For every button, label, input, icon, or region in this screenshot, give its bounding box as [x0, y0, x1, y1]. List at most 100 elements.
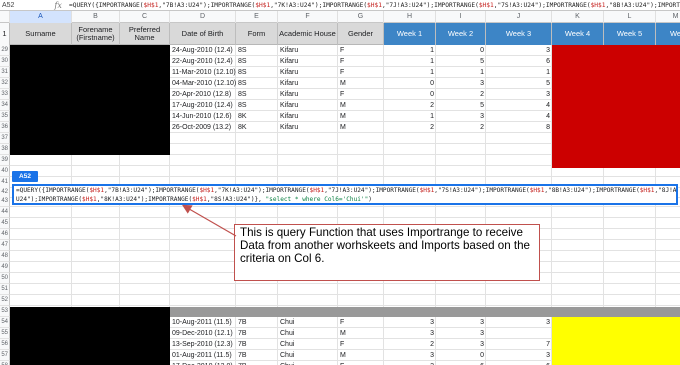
field-header-surname[interactable]: Surname: [10, 23, 72, 45]
row-number[interactable]: 44: [0, 207, 10, 218]
table-cell[interactable]: F: [338, 56, 384, 67]
column-header-i[interactable]: I: [436, 11, 486, 23]
table-cell[interactable]: Chui: [278, 350, 338, 361]
table-cell[interactable]: Kifaru: [278, 67, 338, 78]
row-number[interactable]: 32: [0, 78, 10, 89]
table-cell[interactable]: 8S: [236, 100, 278, 111]
table-cell[interactable]: 3: [384, 317, 436, 328]
table-cell[interactable]: 7B: [236, 361, 278, 365]
row-number[interactable]: 31: [0, 67, 10, 78]
row-number[interactable]: 40: [0, 166, 10, 177]
row-number[interactable]: 37: [0, 133, 10, 144]
row-number[interactable]: 39: [0, 155, 10, 166]
table-cell[interactable]: Kifaru: [278, 111, 338, 122]
row-number[interactable]: 34: [0, 100, 10, 111]
table-cell[interactable]: 14-Jun-2010 (12.6): [170, 111, 236, 122]
field-header-week-4[interactable]: Week 4: [552, 23, 604, 45]
table-cell[interactable]: 13-Sep-2010 (12.3): [170, 339, 236, 350]
table-cell[interactable]: 8S: [236, 67, 278, 78]
table-cell[interactable]: 8S: [236, 78, 278, 89]
row-number[interactable]: 38: [0, 144, 10, 155]
name-box[interactable]: A52: [0, 2, 47, 9]
table-cell[interactable]: 04-Mar-2010 (12.10): [170, 78, 236, 89]
column-header-j[interactable]: J: [486, 11, 552, 23]
table-cell[interactable]: 3: [436, 111, 486, 122]
field-header-preferred-name[interactable]: Preferred Name: [120, 23, 170, 45]
table-cell[interactable]: 3: [486, 45, 552, 56]
table-cell[interactable]: 2: [436, 122, 486, 133]
table-cell[interactable]: 0: [384, 89, 436, 100]
table-cell[interactable]: M: [338, 328, 384, 339]
table-cell[interactable]: 10-Aug-2011 (11.5): [170, 317, 236, 328]
row-number[interactable]: 47: [0, 240, 10, 251]
table-cell[interactable]: 8K: [236, 122, 278, 133]
table-cell[interactable]: 2: [436, 89, 486, 100]
column-header-a[interactable]: A: [10, 11, 72, 23]
table-cell[interactable]: F: [338, 45, 384, 56]
table-cell[interactable]: Kifaru: [278, 122, 338, 133]
table-cell[interactable]: 2: [384, 122, 436, 133]
table-cell[interactable]: Chui: [278, 339, 338, 350]
table-cell[interactable]: M: [338, 111, 384, 122]
formula-input[interactable]: =QUERY({IMPORTRANGE($H$1,"7B!A3:U24");IM…: [69, 2, 680, 9]
table-cell[interactable]: 6: [486, 361, 552, 365]
select-all-corner[interactable]: [0, 11, 10, 23]
table-cell[interactable]: 8K: [236, 111, 278, 122]
row-number[interactable]: 35: [0, 111, 10, 122]
column-header-b[interactable]: B: [72, 11, 120, 23]
row-number[interactable]: 52: [0, 295, 10, 306]
table-cell[interactable]: 5: [486, 78, 552, 89]
table-cell[interactable]: 7: [486, 339, 552, 350]
table-cell[interactable]: 7B: [236, 328, 278, 339]
table-cell[interactable]: 17-Dec-2010 (12.0): [170, 361, 236, 365]
row-number[interactable]: 50: [0, 273, 10, 284]
column-header-f[interactable]: F: [278, 11, 338, 23]
table-cell[interactable]: 8S: [236, 89, 278, 100]
row-number[interactable]: 46: [0, 229, 10, 240]
table-cell[interactable]: 3: [436, 339, 486, 350]
table-cell[interactable]: 8S: [236, 56, 278, 67]
table-cell[interactable]: 8: [486, 122, 552, 133]
table-cell[interactable]: 01-Aug-2011 (11.5): [170, 350, 236, 361]
table-cell[interactable]: 5: [436, 100, 486, 111]
table-cell[interactable]: Chui: [278, 317, 338, 328]
table-cell[interactable]: 17-Aug-2010 (12.4): [170, 100, 236, 111]
field-header-week-1[interactable]: Week 1: [384, 23, 436, 45]
table-cell[interactable]: 09-Dec-2010 (12.1): [170, 328, 236, 339]
column-header-g[interactable]: G: [338, 11, 384, 23]
table-cell[interactable]: F: [338, 317, 384, 328]
row-number[interactable]: 58: [0, 361, 10, 365]
column-header-c[interactable]: C: [120, 11, 170, 23]
field-header-week-2[interactable]: Week 2: [436, 23, 486, 45]
table-cell[interactable]: 22-Aug-2010 (12.4): [170, 56, 236, 67]
table-cell[interactable]: 0: [384, 78, 436, 89]
field-header-we[interactable]: We: [656, 23, 680, 45]
row-number[interactable]: 30: [0, 56, 10, 67]
table-cell[interactable]: 0: [436, 45, 486, 56]
table-cell[interactable]: M: [338, 100, 384, 111]
table-cell[interactable]: Chui: [278, 361, 338, 365]
table-cell[interactable]: Kifaru: [278, 78, 338, 89]
column-header-m[interactable]: M: [656, 11, 680, 23]
row-number[interactable]: 29: [0, 45, 10, 56]
table-cell[interactable]: 1: [384, 56, 436, 67]
row-number[interactable]: 43: [0, 196, 10, 207]
field-header-date-of-birth[interactable]: Date of Birth: [170, 23, 236, 45]
column-header-k[interactable]: K: [552, 11, 604, 23]
field-header-forename-firstname[interactable]: Forename (Firstname): [72, 23, 120, 45]
table-cell[interactable]: 7B: [236, 350, 278, 361]
field-header-gender[interactable]: Gender: [338, 23, 384, 45]
table-cell[interactable]: 3: [486, 350, 552, 361]
table-cell[interactable]: 5: [436, 56, 486, 67]
table-cell[interactable]: 11-Mar-2010 (12.10): [170, 67, 236, 78]
table-cell[interactable]: 1: [384, 111, 436, 122]
table-cell[interactable]: 7B: [236, 339, 278, 350]
column-header-e[interactable]: E: [236, 11, 278, 23]
column-header-h[interactable]: H: [384, 11, 436, 23]
table-cell[interactable]: 7B: [236, 317, 278, 328]
table-cell[interactable]: Chui: [278, 328, 338, 339]
table-cell[interactable]: M: [338, 78, 384, 89]
table-cell[interactable]: [486, 328, 552, 339]
formula-edit-box[interactable]: =QUERY({IMPORTRANGE($H$1,"7B!A3:U24");IM…: [12, 184, 678, 205]
table-cell[interactable]: 6: [486, 56, 552, 67]
